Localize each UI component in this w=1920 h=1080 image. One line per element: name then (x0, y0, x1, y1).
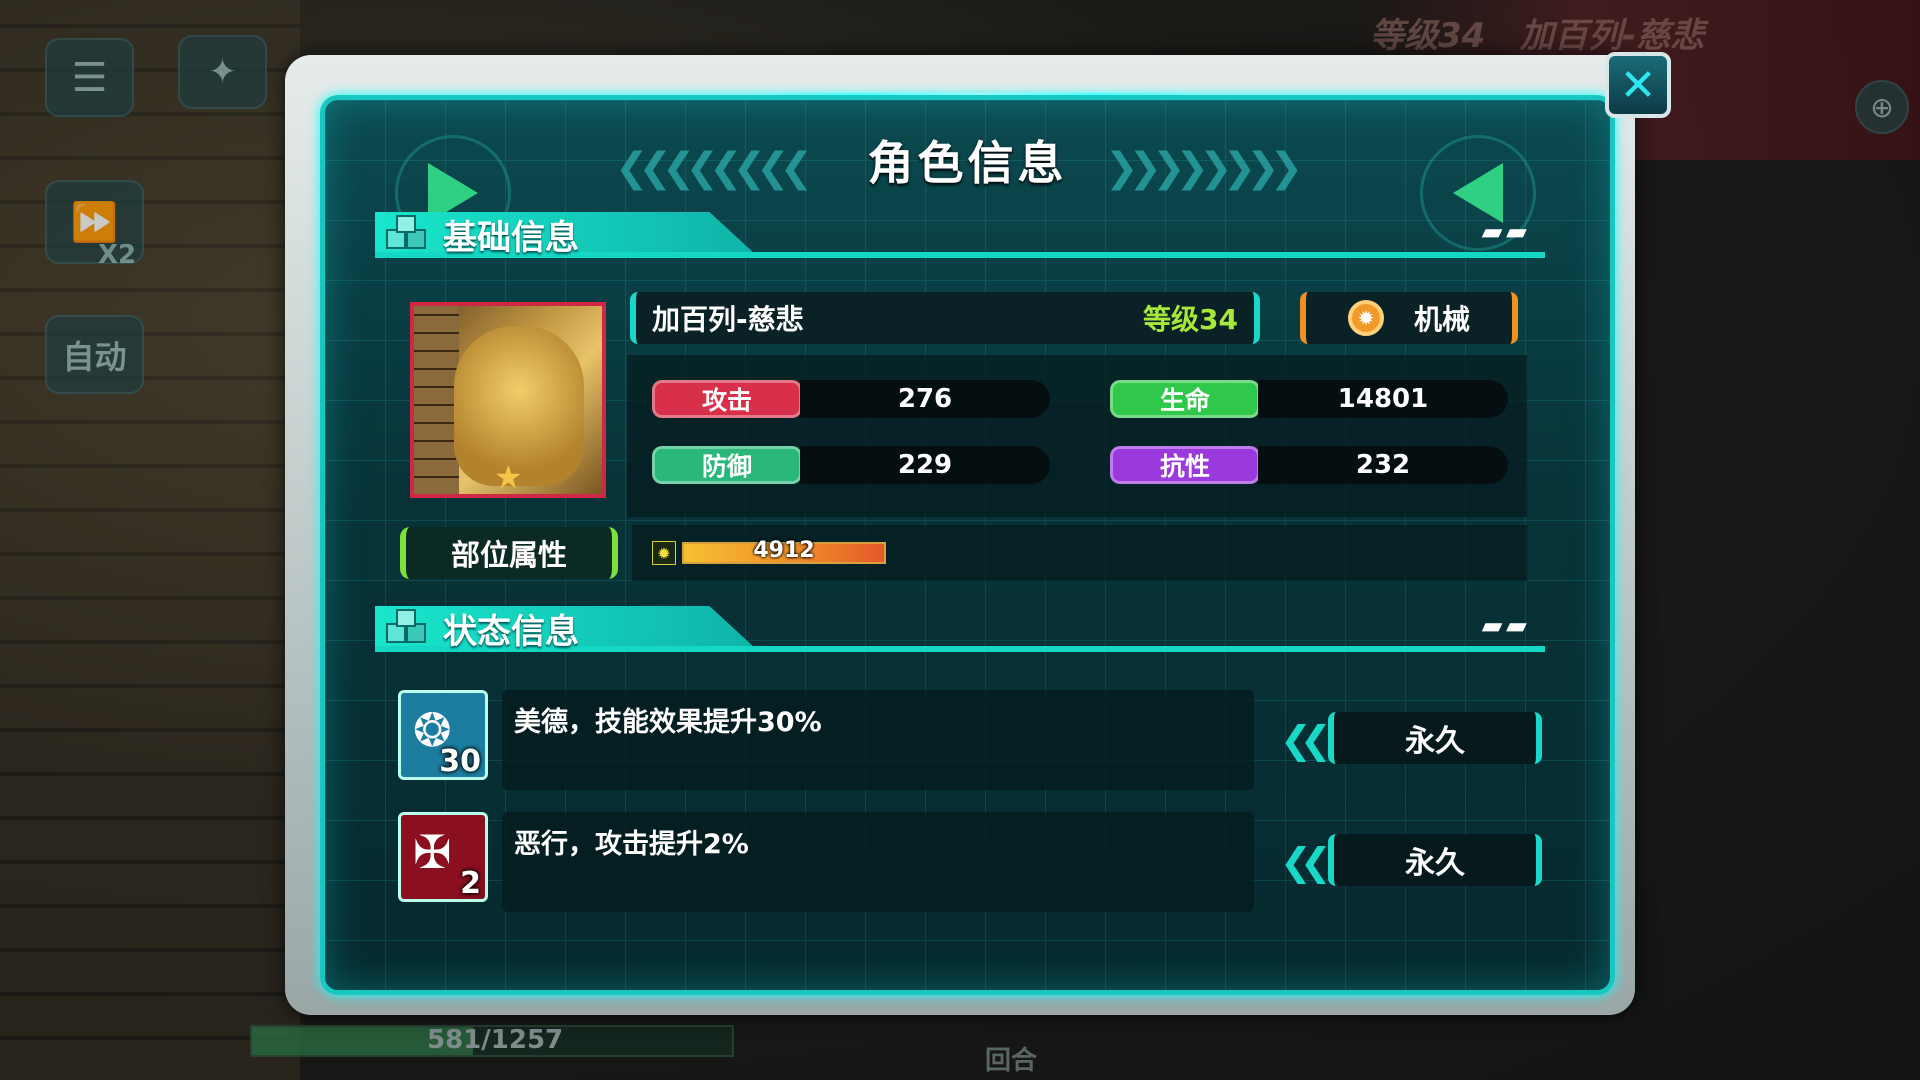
status-row: ❂ 30 美德，技能效果提升30% ❮❮ 永久 (398, 690, 1548, 790)
character-name: 加百列-慈悲 (652, 303, 804, 336)
header-name-text: 加百列-慈悲 (1520, 16, 1705, 56)
status-description-box: 恶行，攻击提升2% (502, 812, 1254, 912)
status-row: ✠ 2 恶行，攻击提升2% ❮❮ 永久 (398, 812, 1548, 912)
menu-button[interactable]: ☰ (45, 38, 134, 117)
character-name-bar: 加百列-慈悲 等级34 (630, 292, 1260, 344)
character-button[interactable]: ✦ (178, 35, 267, 109)
hp-text: 581/1257 (427, 1025, 564, 1055)
header-level-text: 等级34 (1370, 16, 1486, 56)
stat-label: 生命 (1110, 380, 1260, 418)
stat-value: 229 (800, 446, 1050, 484)
cubes-icon (386, 609, 426, 643)
slash-decor: ▬ ▬ (1475, 220, 1531, 245)
status-description-box: 美德，技能效果提升30% (502, 690, 1254, 790)
slash-decor: ▬ ▬ (1475, 614, 1531, 639)
status-count: 2 (460, 866, 481, 901)
chevrons-left-decor: ❮❮❮❮❮❮❮❮ (615, 145, 813, 191)
character-type: 机械 (1413, 303, 1470, 336)
stat-attack: 攻击 276 (652, 380, 1057, 418)
double-chevron-icon: ❮❮ (1280, 840, 1332, 884)
dialog-title: 角色信息 (867, 136, 1068, 190)
stat-defense: 防御 229 (652, 446, 1057, 484)
status-info-header: 状态信息 ▬ ▬ (375, 606, 1545, 658)
stat-label: 抗性 (1110, 446, 1260, 484)
stat-value: 232 (1258, 446, 1508, 484)
status-duration-label: 永久 (1405, 846, 1465, 881)
cubes-icon (386, 215, 426, 249)
status-info-title: 状态信息 (443, 612, 579, 652)
part-attribute-bar: 4912 (682, 538, 886, 564)
hp-bar: 581/1257 (250, 1025, 734, 1057)
part-attribute-label: 部位属性 (450, 538, 567, 572)
status-description: 美德，技能效果提升30% (514, 707, 822, 738)
auto-label: 自动 (62, 337, 127, 376)
auto-button[interactable]: 自动 (45, 315, 144, 394)
double-chevron-icon: ❮❮ (1280, 718, 1332, 762)
gear-icon: ✹ (1347, 300, 1384, 336)
zoom-icon[interactable]: ⊕ (1855, 80, 1909, 134)
status-description: 恶行，攻击提升2% (514, 829, 749, 860)
part-attribute-value: 4912 (753, 538, 815, 563)
round-label: 回合 (985, 1046, 1038, 1076)
speed-label: X2 (98, 240, 137, 270)
stat-value: 276 (800, 380, 1050, 418)
part-attribute-button[interactable]: 部位属性 (400, 527, 618, 579)
character-level: 等级34 (1143, 303, 1238, 336)
character-type-badge: ✹ 机械 (1300, 292, 1518, 344)
basic-info-header: 基础信息 ▬ ▬ (375, 212, 1545, 264)
basic-info-title: 基础信息 (443, 218, 579, 258)
stat-value: 14801 (1258, 380, 1508, 418)
stat-hp: 生命 14801 (1110, 380, 1515, 418)
fast-forward-icon: ⏩ (70, 199, 119, 244)
chevrons-right-decor: ❯❯❯❯❯❯❯❯ (1105, 145, 1303, 191)
angel-halo-icon[interactable]: ❂ 30 (398, 690, 488, 780)
status-duration: 永久 (1328, 712, 1542, 764)
stat-resistance: 抗性 232 (1110, 446, 1515, 484)
character-portrait: ★ (410, 302, 606, 498)
stat-label: 攻击 (652, 380, 802, 418)
sun-icon: ✹ (652, 541, 676, 565)
status-duration-label: 永久 (1405, 724, 1465, 759)
close-button[interactable]: ✕ (1605, 52, 1671, 118)
stat-label: 防御 (652, 446, 802, 484)
star-icon: ★ (494, 458, 523, 496)
demon-emblem-icon[interactable]: ✠ 2 (398, 812, 488, 902)
status-duration: 永久 (1328, 834, 1542, 886)
close-icon: ✕ (1619, 59, 1657, 111)
